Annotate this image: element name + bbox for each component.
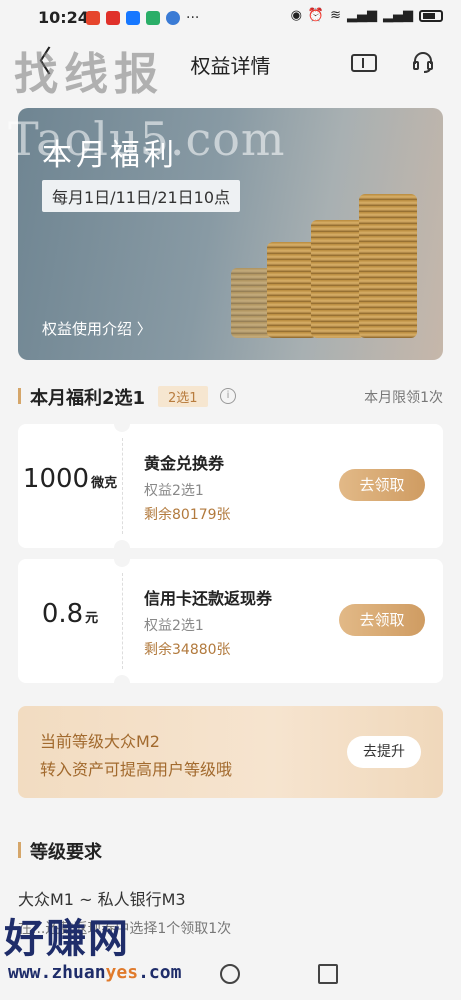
weibo-icon <box>86 11 100 25</box>
section-accent-bar <box>18 388 21 404</box>
banner-schedule: 每月1日/11日/21日10点 <box>42 180 241 212</box>
status-right-icons: ◉ ⏰ ≋ ▂▄▆ ▂▄▆ <box>291 8 443 23</box>
wifi-icon: ≋ <box>330 8 341 23</box>
section-limit: 本月限领1次 <box>364 390 443 406</box>
home-icon[interactable] <box>220 964 240 984</box>
headset-icon[interactable] <box>411 50 435 74</box>
info-icon[interactable]: i <box>220 388 236 404</box>
claim-button[interactable]: 去领取 <box>339 469 425 501</box>
coupon-amount: 1000 微克 <box>22 464 118 494</box>
eye-icon: ◉ <box>290 8 302 23</box>
coupon-remain: 剩余34880张 <box>144 642 231 658</box>
coin-stacks-image <box>231 188 421 338</box>
watermark-bottom: 好赚网 <box>4 916 130 962</box>
level-banner: 当前等级大众M2 转入资产可提高用户等级哦 去提升 <box>18 706 443 798</box>
app-notification-icon <box>106 11 120 25</box>
upgrade-button[interactable]: 去提升 <box>347 736 421 768</box>
requirement-title: 等级要求 <box>30 842 102 863</box>
coupon-sub: 权益2选1 <box>144 483 204 499</box>
coupon-name: 黄金兑换券 <box>144 454 225 473</box>
watermark-top: 找线报 <box>14 49 164 100</box>
alipay-icon <box>126 11 140 25</box>
more-notifications: ··· <box>186 10 200 26</box>
battery-icon <box>419 9 443 22</box>
coupon-card-gold: 1000 微克 黄金兑换券 权益2选1 剩余80179张 去领取 <box>18 424 443 548</box>
recents-icon[interactable] <box>318 964 338 984</box>
benefit-intro-link[interactable]: 权益使用介绍 〉 <box>42 318 152 339</box>
section-title: 本月福利2选1 <box>30 388 146 409</box>
watermark-url: www.zhuanyes.com <box>8 962 182 983</box>
ticket-icon[interactable] <box>351 54 377 72</box>
claim-button[interactable]: 去领取 <box>339 604 425 636</box>
level-hint: 转入资产可提高用户等级哦 <box>40 760 233 779</box>
coupon-name: 信用卡还款返现券 <box>144 589 273 608</box>
coupon-card-credit: 0.8 元 信用卡还款返现券 权益2选1 剩余34880张 去领取 <box>18 559 443 683</box>
watermark-mid: Taolu5.com <box>8 112 286 166</box>
section-tag: 2选1 <box>158 386 208 407</box>
current-level: 当前等级大众M2 <box>40 732 160 751</box>
notification-icons: ··· <box>86 10 199 26</box>
coupon-amount: 0.8 元 <box>41 599 99 629</box>
signal-icon: ▂▄▆ <box>347 8 377 23</box>
coupon-remain: 剩余80179张 <box>144 507 231 523</box>
signal-2-icon: ▂▄▆ <box>383 8 413 23</box>
browser-icon <box>166 11 180 25</box>
section-accent-bar <box>18 842 21 858</box>
wechat-icon <box>146 11 160 25</box>
status-bar: 10:24 ··· ◉ ⏰ ≋ ▂▄▆ ▂▄▆ <box>0 0 461 36</box>
status-time: 10:24 <box>38 8 89 27</box>
alarm-icon: ⏰ <box>307 8 325 23</box>
coupon-sub: 权益2选1 <box>144 618 204 634</box>
section-header: 本月福利2选1 2选1 i 本月限领1次 <box>18 382 443 410</box>
